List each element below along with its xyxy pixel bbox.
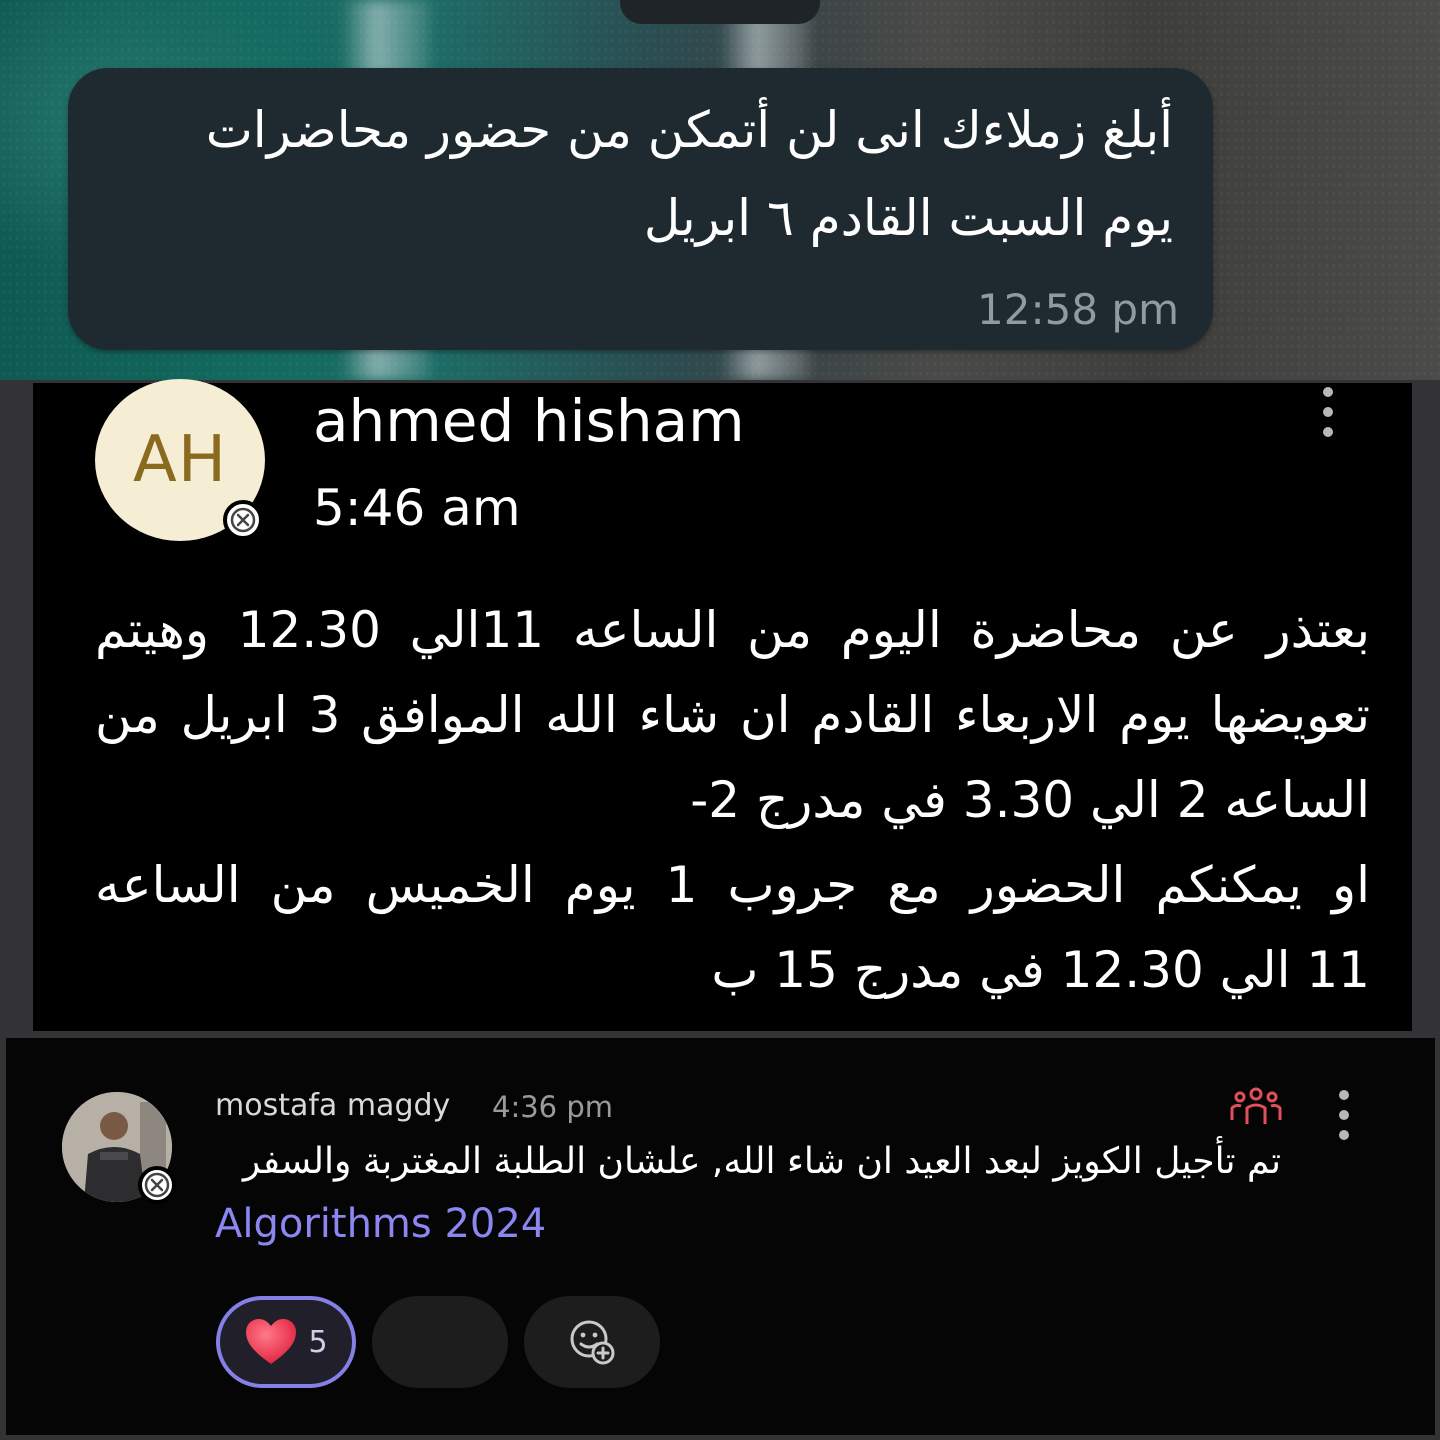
post-line: تعويضها يوم الاربعاء القادم ان شاء الله …	[95, 686, 1371, 744]
teams-message: mostafa magdy 4:36 pm تم تأجيل الكويز لب…	[6, 1038, 1435, 1435]
post-body: بعتذر عن محاضرة اليوم من الساعه 11الي 12…	[95, 588, 1370, 1013]
channel-link[interactable]: Algorithms 2024	[215, 1201, 546, 1247]
x-circle-icon	[138, 1166, 176, 1204]
message-line: أبلغ زملاءك انى لن أتمكن من حضور محاضرات	[205, 101, 1173, 159]
message-text: تم تأجيل الكويز لبعد العيد ان شاء الله, …	[242, 1141, 1281, 1182]
message-text: أبلغ زملاءك انى لن أتمكن من حضور محاضرات…	[113, 86, 1173, 262]
add-reaction-button[interactable]	[524, 1296, 660, 1388]
chat-wallpaper-panel: أبلغ زملاءك انى لن أتمكن من حضور محاضرات…	[0, 0, 1440, 380]
more-vertical-icon[interactable]	[1323, 387, 1335, 437]
post-line: بعتذر عن محاضرة اليوم من الساعه 11الي 12…	[95, 601, 1370, 659]
message-bubble[interactable]: أبلغ زملاءك انى لن أتمكن من حضور محاضرات…	[68, 68, 1213, 350]
avatar-initials: AH	[133, 423, 227, 497]
heart-icon	[246, 1319, 297, 1364]
reaction-count: 5	[308, 1324, 328, 1360]
reaction-button[interactable]	[372, 1296, 508, 1388]
reaction-heart-button[interactable]: 5	[216, 1296, 356, 1388]
date-pill	[620, 0, 820, 24]
x-circle-icon	[223, 500, 263, 540]
author-name[interactable]: ahmed hisham	[313, 387, 745, 455]
message-timestamp: 4:36 pm	[492, 1090, 613, 1124]
post-line: الساعه 2 الي 3.30 في مدرج 2-	[690, 771, 1370, 829]
post-line: او يمكنكم الحضور مع جروب 1 يوم الخميس من…	[95, 856, 1370, 914]
message-timestamp: 12:58 pm	[977, 285, 1179, 334]
author-name[interactable]: mostafa magdy	[215, 1088, 450, 1123]
post-timestamp: 5:46 am	[313, 479, 521, 537]
screenshot-collage: أبلغ زملاءك انى لن أتمكن من حضور محاضرات…	[0, 0, 1440, 1440]
announcement-post: AH ahmed hisham 5:46 am بعتذر عن محاضرة …	[33, 379, 1412, 1031]
post-line: 11 الي 12.30 في مدرج 15 ب	[711, 941, 1370, 999]
teams-community-icon[interactable]	[1228, 1086, 1284, 1128]
message-line: يوم السبت القادم ٦ ابريل	[643, 189, 1173, 247]
add-reaction-icon	[570, 1320, 615, 1365]
more-vertical-icon[interactable]	[1339, 1090, 1351, 1140]
